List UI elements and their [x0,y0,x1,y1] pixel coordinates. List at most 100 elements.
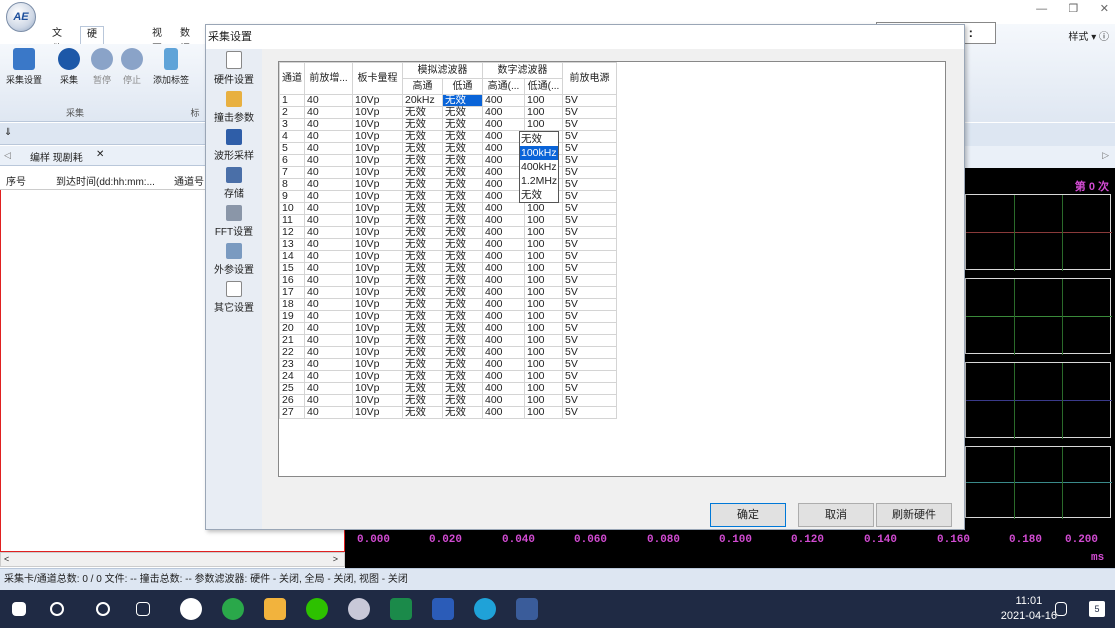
channel-row[interactable]: 19 40 10Vp 无效 无效 400 100 5V [279,310,617,323]
channel-cell[interactable]: 10Vp [352,274,403,287]
channel-cell[interactable]: 26 [279,394,305,407]
channel-row[interactable]: 17 40 10Vp 无效 无效 400 100 5V [279,286,617,299]
channel-cell[interactable]: 无效 [442,358,483,371]
channel-cell[interactable]: 24 [279,370,305,383]
channel-cell[interactable]: 10Vp [352,250,403,263]
channel-row[interactable]: 24 40 10Vp 无效 无效 400 100 5V [279,370,617,383]
channel-cell[interactable]: 5V [562,358,617,371]
channel-cell[interactable]: 无效 [402,130,443,143]
col-analog-hp[interactable]: 高通 [402,78,443,95]
scroll-right-icon[interactable]: > [333,554,338,564]
channel-cell[interactable]: 10Vp [352,142,403,155]
channel-cell[interactable]: 400 [482,250,525,263]
channel-cell[interactable]: 10Vp [352,262,403,275]
tab-view[interactable]: 视图 [146,26,168,55]
close-doc-icon[interactable]: ✕ [96,149,104,160]
sidebar-item-external[interactable]: 外参设置 [206,243,262,276]
channel-cell[interactable]: 14 [279,250,305,263]
channel-cell[interactable]: 400 [482,322,525,335]
channel-cell[interactable]: 无效 [402,154,443,167]
channel-cell[interactable]: 无效 [402,334,443,347]
sidebar-item-hardware[interactable]: 硬件设置 [206,51,262,86]
channel-cell[interactable]: 40 [304,394,353,407]
channel-cell[interactable]: 100 [524,346,563,359]
close-icon[interactable]: ✕ [1100,3,1109,15]
channel-cell[interactable]: 10Vp [352,382,403,395]
col-digital-hp[interactable]: 高通(... [482,78,525,95]
channel-cell[interactable]: 5V [562,190,617,203]
restore-icon[interactable]: ❐ [1069,3,1079,15]
channel-cell[interactable]: 5V [562,394,617,407]
channel-row[interactable]: 25 40 10Vp 无效 无效 400 100 5V [279,382,617,395]
channel-cell[interactable]: 无效 [402,106,443,119]
channel-row[interactable]: 11 40 10Vp 无效 无效 400 100 5V [279,214,617,227]
channel-cell[interactable]: 10Vp [352,130,403,143]
channel-cell[interactable]: 10Vp [352,322,403,335]
channel-cell[interactable]: 40 [304,214,353,227]
channel-cell[interactable]: 5V [562,118,617,131]
channel-row[interactable]: 10 40 10Vp 无效 无效 400 100 5V [279,202,617,215]
channel-cell[interactable]: 10Vp [352,310,403,323]
channel-cell[interactable]: 40 [304,154,353,167]
channel-row[interactable]: 1 40 10Vp 20kHz 无效 400 100 5V [279,94,617,107]
task-view-icon[interactable] [136,602,150,616]
start-button[interactable]: 采集 [55,48,83,86]
dropdown-option[interactable]: 无效 [520,188,558,202]
channel-cell[interactable]: 8 [279,178,305,191]
channel-cell[interactable]: 400 [482,202,525,215]
channel-cell[interactable]: 400 [482,238,525,251]
channel-cell[interactable]: 10Vp [352,166,403,179]
channel-cell[interactable]: 无效 [442,238,483,251]
channel-cell[interactable]: 40 [304,118,353,131]
channel-cell[interactable]: 无效 [402,250,443,263]
channel-cell[interactable]: 无效 [442,298,483,311]
channel-cell[interactable]: 无效 [442,154,483,167]
channel-cell[interactable]: 无效 [402,298,443,311]
col-preamp-power[interactable]: 前放电源 [562,62,617,95]
channel-cell[interactable]: 无效 [402,322,443,335]
channel-cell[interactable]: 无效 [402,226,443,239]
publisher-icon[interactable] [390,598,412,620]
channel-cell[interactable]: 18 [279,298,305,311]
quick-access-icon[interactable]: ⇓ [4,127,12,138]
channel-cell[interactable]: 无效 [442,94,483,107]
channel-cell[interactable]: 100 [524,298,563,311]
channel-cell[interactable]: 5V [562,346,617,359]
channel-cell[interactable]: 10Vp [352,94,403,107]
col-analog-lp[interactable]: 低通 [442,78,483,95]
channel-cell[interactable]: 17 [279,286,305,299]
channel-cell[interactable]: 无效 [402,346,443,359]
channel-cell[interactable]: 5V [562,166,617,179]
channel-cell[interactable]: 10Vp [352,226,403,239]
cancel-button[interactable]: 取消 [798,503,874,527]
channel-cell[interactable]: 无效 [402,358,443,371]
channel-row[interactable]: 13 40 10Vp 无效 无效 400 100 5V [279,238,617,251]
notification-badge[interactable]: 5 [1089,601,1105,617]
channel-cell[interactable]: 无效 [442,322,483,335]
channel-cell[interactable]: 100 [524,262,563,275]
channel-cell[interactable]: 无效 [402,370,443,383]
channel-cell[interactable]: 7 [279,166,305,179]
channel-cell[interactable]: 5V [562,322,617,335]
channel-cell[interactable]: 5V [562,178,617,191]
channel-cell[interactable]: 40 [304,358,353,371]
channel-cell[interactable]: 100 [524,334,563,347]
channel-cell[interactable]: 400 [482,262,525,275]
channel-cell[interactable]: 无效 [402,190,443,203]
channel-cell[interactable]: 400 [482,310,525,323]
channel-cell[interactable]: 无效 [402,286,443,299]
search-icon[interactable] [50,602,64,616]
channel-cell[interactable]: 100 [524,322,563,335]
channel-cell[interactable]: 无效 [402,202,443,215]
channel-cell[interactable]: 16 [279,274,305,287]
channel-cell[interactable]: 12 [279,226,305,239]
channel-cell[interactable]: 10Vp [352,118,403,131]
col-digital-lp[interactable]: 低通(... [524,78,563,95]
channel-cell[interactable]: 40 [304,334,353,347]
channel-cell[interactable]: 40 [304,94,353,107]
channel-cell[interactable]: 5V [562,382,617,395]
word-icon[interactable] [432,598,454,620]
channel-cell[interactable]: 10Vp [352,298,403,311]
channel-row[interactable]: 16 40 10Vp 无效 无效 400 100 5V [279,274,617,287]
sidebar-item-storage[interactable]: 存储 [206,167,262,200]
